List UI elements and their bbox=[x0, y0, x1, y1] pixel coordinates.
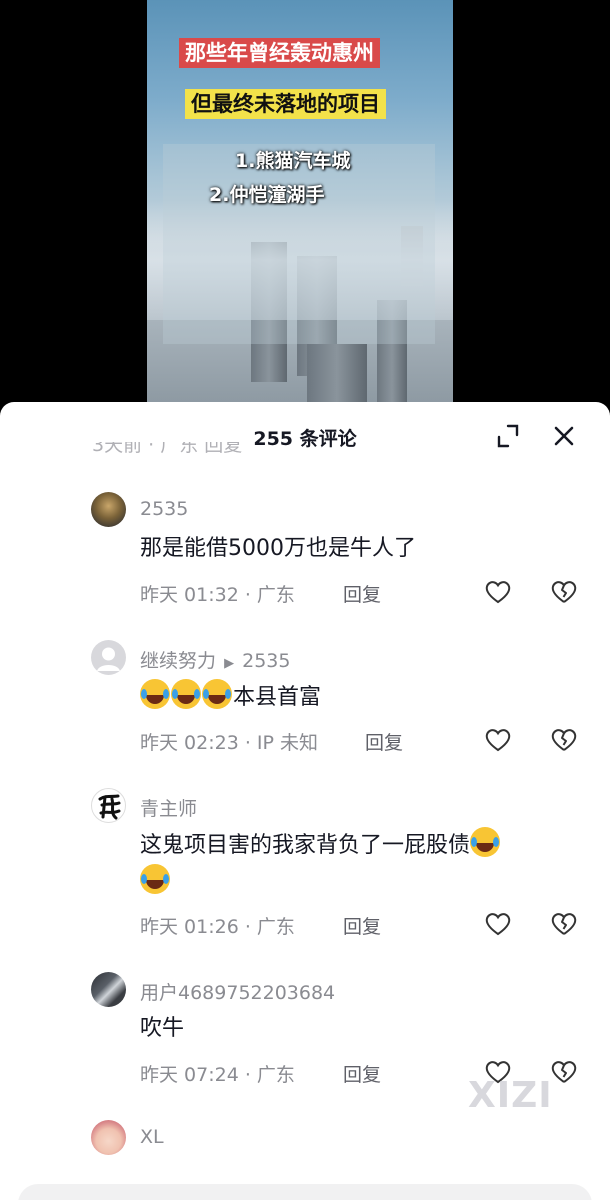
comment-text: 这鬼项目害的我家背负了一屁股债 bbox=[140, 833, 471, 858]
comment-time: 昨天 02:23 bbox=[140, 732, 239, 754]
laughing-crying-emoji-icon bbox=[470, 827, 501, 857]
reply-arrow-icon: ▶ bbox=[224, 656, 235, 671]
comment-text-row: 本县首富 bbox=[140, 679, 580, 716]
user-avatar[interactable] bbox=[91, 492, 126, 527]
reply-button[interactable]: 回复 bbox=[365, 728, 403, 755]
comment-username-row: 继续努力 ▶ 2535 bbox=[140, 646, 290, 673]
comment-location: 广东 bbox=[256, 916, 295, 938]
comment-text: 本县首富 bbox=[233, 685, 322, 710]
broken-heart-icon[interactable] bbox=[550, 578, 578, 606]
comment-meta: 昨天 07:24 · 广东 bbox=[140, 1064, 295, 1086]
comment-username[interactable]: 2535 bbox=[140, 498, 188, 520]
comment-username[interactable]: 青主师 bbox=[140, 794, 197, 821]
video-list-item-1: 1.熊猫汽车城 bbox=[235, 150, 351, 172]
partial-comment-row: 3天前 · 广东 回复 bbox=[92, 442, 243, 456]
laughing-crying-emoji-icon bbox=[140, 679, 170, 709]
comment-time: 昨天 01:26 bbox=[140, 916, 239, 938]
comment-time: 昨天 01:32 bbox=[140, 584, 239, 606]
comment-meta: 昨天 01:26 · 广东 bbox=[140, 916, 295, 938]
broken-heart-icon[interactable] bbox=[550, 910, 578, 938]
heart-icon[interactable] bbox=[484, 726, 512, 754]
reply-button[interactable]: 回复 bbox=[343, 912, 381, 939]
video-frame[interactable]: 那些年曾经轰动惠州 但最终未落地的项目 1.熊猫汽车城 2.仲恺潼湖手 bbox=[147, 0, 453, 402]
comment-location: 广东 bbox=[256, 584, 295, 606]
comment-username[interactable]: 继续努力 bbox=[140, 650, 216, 672]
laughing-crying-emoji-icon bbox=[171, 679, 201, 709]
comment-username[interactable]: XL bbox=[140, 1126, 164, 1148]
video-title-line2: 但最终未落地的项目 bbox=[185, 89, 386, 119]
comment-input-bar[interactable] bbox=[18, 1184, 592, 1200]
reply-button[interactable]: 回复 bbox=[343, 1060, 381, 1087]
comment-meta: 昨天 01:32 · 广东 bbox=[140, 584, 295, 606]
default-avatar[interactable] bbox=[91, 640, 126, 675]
heart-icon[interactable] bbox=[484, 578, 512, 606]
comment-text-row: 这鬼项目害的我家背负了一屁股债 bbox=[140, 827, 580, 901]
overlay-panel bbox=[163, 144, 435, 344]
comment-username[interactable]: 用户4689752203684 bbox=[140, 978, 335, 1005]
comment-location: IP 未知 bbox=[256, 732, 319, 754]
broken-heart-icon[interactable] bbox=[550, 726, 578, 754]
comment-time: 昨天 07:24 bbox=[140, 1064, 239, 1086]
comment-text: 吹牛 bbox=[140, 1016, 185, 1041]
comment-text: 那是能借5000万也是牛人了 bbox=[140, 536, 416, 561]
heart-icon[interactable] bbox=[484, 910, 512, 938]
reply-button[interactable]: 回复 bbox=[343, 580, 381, 607]
comments-sheet: 255 条评论 3天前 · 广东 回复 2535 那是能借5000万也是牛人了 … bbox=[0, 402, 610, 1200]
baby-avatar[interactable] bbox=[91, 1120, 126, 1155]
building bbox=[307, 344, 367, 402]
comment-meta: 昨天 02:23 · IP 未知 bbox=[140, 732, 319, 754]
video-title-line1: 那些年曾经轰动惠州 bbox=[179, 38, 380, 68]
calligraphy-avatar[interactable] bbox=[91, 788, 126, 823]
comment-location: 广东 bbox=[256, 1064, 295, 1086]
user-avatar[interactable] bbox=[91, 972, 126, 1007]
video-player[interactable]: 那些年曾经轰动惠州 但最终未落地的项目 1.熊猫汽车城 2.仲恺潼湖手 bbox=[0, 0, 610, 402]
laughing-crying-emoji-icon bbox=[140, 864, 170, 894]
video-list-item-2: 2.仲恺潼湖手 bbox=[209, 184, 325, 206]
watermark: XIZI bbox=[468, 1075, 553, 1116]
reply-to-username[interactable]: 2535 bbox=[242, 650, 290, 672]
laughing-crying-emoji-icon bbox=[202, 679, 232, 709]
broken-heart-icon[interactable] bbox=[550, 1058, 578, 1086]
